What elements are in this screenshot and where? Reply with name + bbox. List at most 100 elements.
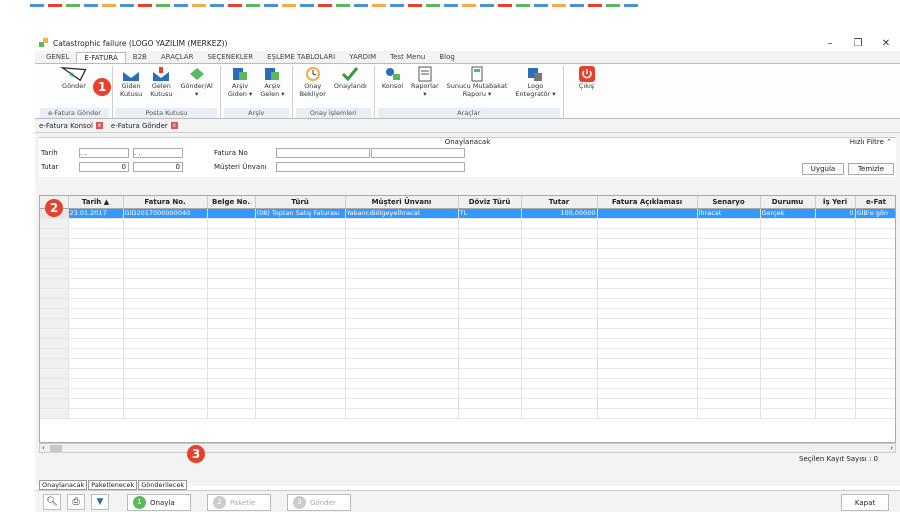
print-icon[interactable]: ⎙ (67, 494, 85, 510)
horizontal-scrollbar[interactable]: ‹ › (39, 443, 896, 453)
apply-filter-button[interactable]: Uygula (802, 163, 844, 175)
cell-is-yeri[interactable]: 0 (815, 208, 856, 219)
giden-kutusu-button[interactable]: Giden Kutusu (116, 66, 146, 106)
close-window-button[interactable]: ✕ (872, 38, 900, 49)
tab-efatura-konsol[interactable]: e-Fatura Konsol x (39, 122, 103, 130)
col-musteri-unvani[interactable]: Müşteri Ünvanı (345, 196, 459, 209)
menu-esleme-tablolari[interactable]: EŞLEME TABLOLARI (260, 52, 342, 63)
close-tab-icon[interactable]: x (170, 122, 178, 129)
cell-musteri-unvani[interactable]: YabancıBölgeyeİhracat (345, 208, 459, 219)
scroll-right-icon[interactable]: › (890, 444, 893, 452)
cell-turu[interactable]: (08) Toptan Satış Faturası (255, 208, 346, 219)
menu-genel[interactable]: GENEL (39, 52, 76, 63)
col-tarih[interactable]: Tarih ▲ (68, 196, 124, 209)
col-fatura-aciklamasi[interactable]: Fatura Açıklaması (597, 196, 698, 209)
arsiv-giden-button[interactable]: Arşiv Giden ▾ (224, 66, 256, 106)
outbox-icon (123, 72, 140, 81)
gelen-kutusu-button[interactable]: Gelen Kutusu (146, 66, 176, 106)
tutar-to-input[interactable]: 0 (133, 162, 183, 172)
cell-tutar[interactable]: 100,00000 (521, 208, 598, 219)
col-efat[interactable]: e-Fat (855, 196, 895, 209)
maximize-button[interactable]: ❐ (844, 38, 872, 49)
date-to-input[interactable]: . . (133, 148, 183, 158)
cell-belge-no[interactable] (207, 208, 256, 219)
col-fatura-no[interactable]: Fatura No. (123, 196, 208, 209)
tab-gonderilecek[interactable]: Gönderilecek (138, 480, 188, 490)
tab-onaylanacak[interactable]: Onaylanacak (39, 480, 88, 490)
tutar-from-input[interactable]: 0 (79, 162, 129, 172)
empty-cell (597, 318, 698, 329)
close-tab-icon[interactable]: x (95, 122, 103, 129)
empty-cell (345, 318, 459, 329)
cell-tarih[interactable]: 23.01.2017 (68, 208, 124, 219)
empty-cell (521, 258, 598, 269)
col-durumu[interactable]: Durumu (760, 196, 816, 209)
empty-table-row (40, 348, 895, 359)
col-doviz-turu[interactable]: Döviz Türü (458, 196, 522, 209)
search-icon[interactable]: 🔍︎ (43, 494, 61, 510)
filter-icon[interactable]: ▼ (91, 494, 109, 510)
empty-cell (68, 328, 124, 339)
onayla-button[interactable]: 1 Onayla (127, 494, 191, 511)
menu-blog[interactable]: Blog (432, 52, 461, 63)
empty-cell (40, 358, 69, 369)
scroll-left-icon[interactable]: ‹ (42, 444, 45, 452)
clear-filter-button[interactable]: Temizle (848, 163, 894, 175)
cikis-button[interactable]: Çıkış (567, 66, 607, 106)
cell-efat[interactable]: GİB'e gön (855, 208, 895, 219)
cell-fatura-aciklamasi[interactable] (597, 208, 698, 219)
empty-cell (521, 358, 598, 369)
tab-efatura-gonder[interactable]: e-Fatura Gönder x (111, 122, 178, 130)
sunucu-mutabakat-button[interactable]: Sunucu Mutabakat Raporu ▾ (443, 66, 512, 106)
empty-cell (855, 328, 895, 339)
menu-test-menu[interactable]: Test Menu (383, 52, 432, 63)
col-belge-no[interactable]: Belge No. (207, 196, 256, 209)
tab-paketlenecek[interactable]: Paketlenecek (88, 480, 138, 490)
col-tutar[interactable]: Tutar (521, 196, 598, 209)
onaylandi-button[interactable]: Onaylandı (330, 66, 371, 106)
quick-filter-toggle[interactable]: Hızlı Filtre ⌃ (850, 138, 892, 146)
menu-b2b[interactable]: B2B (126, 52, 154, 63)
empty-cell (855, 388, 895, 399)
konsol-button[interactable]: Konsol (378, 66, 407, 106)
paketle-button[interactable]: 2 Paketle (207, 494, 271, 511)
empty-cell (760, 328, 816, 339)
menu-secenekler[interactable]: SEÇENEKLER (200, 52, 260, 63)
gonder-al-button[interactable]: Gönder/Al ▾ (176, 66, 216, 106)
empty-table-row (40, 398, 895, 409)
minimize-button[interactable]: – (816, 38, 844, 49)
kapat-button[interactable]: Kapat (841, 494, 889, 511)
empty-cell (760, 308, 816, 319)
fatura-no-label: Fatura No (214, 149, 248, 157)
cell-fatura-no[interactable]: GID2017000000040 (123, 208, 208, 219)
raporlar-button[interactable]: Raporlar ▾ (407, 66, 443, 106)
empty-cell (815, 268, 856, 279)
cell-durumu[interactable]: Gerçek (760, 208, 816, 219)
empty-cell (855, 368, 895, 379)
empty-cell (697, 238, 761, 249)
arsiv-gelen-button[interactable]: Arşiv Gelen ▾ (256, 66, 288, 106)
menu-yardim[interactable]: YARDIM (342, 52, 383, 63)
col-is-yeri[interactable]: İş Yeri (815, 196, 856, 209)
musteri-unvani-input[interactable] (276, 162, 465, 172)
scroll-thumb[interactable] (50, 445, 62, 452)
empty-cell (40, 218, 69, 229)
col-turu[interactable]: Türü (255, 196, 346, 209)
col-senaryo[interactable]: Senaryo (697, 196, 761, 209)
fatura-no-from-input[interactable] (276, 148, 370, 158)
menu-araclar[interactable]: ARAÇLAR (154, 52, 201, 63)
fatura-no-to-input[interactable] (371, 148, 465, 158)
empty-cell (855, 318, 895, 329)
gonder-button[interactable]: 3 Gönder (287, 494, 351, 511)
cell-doviz-turu[interactable]: TL (458, 208, 522, 219)
empty-cell (815, 298, 856, 309)
table-row[interactable]: 23.01.2017 GID2017000000040 (08) Toptan … (40, 208, 895, 219)
cell-senaryo[interactable]: İhracat (697, 208, 761, 219)
onay-bekliyor-button[interactable]: Onay Bekliyor (296, 66, 330, 106)
date-from-input[interactable]: . . (79, 148, 129, 158)
empty-cell (345, 338, 459, 349)
menu-efatura[interactable]: E-FATURA (76, 52, 126, 63)
empty-cell (68, 408, 124, 419)
empty-cell (458, 318, 522, 329)
logo-entegrator-button[interactable]: Logo Entegratör ▾ (511, 66, 559, 106)
